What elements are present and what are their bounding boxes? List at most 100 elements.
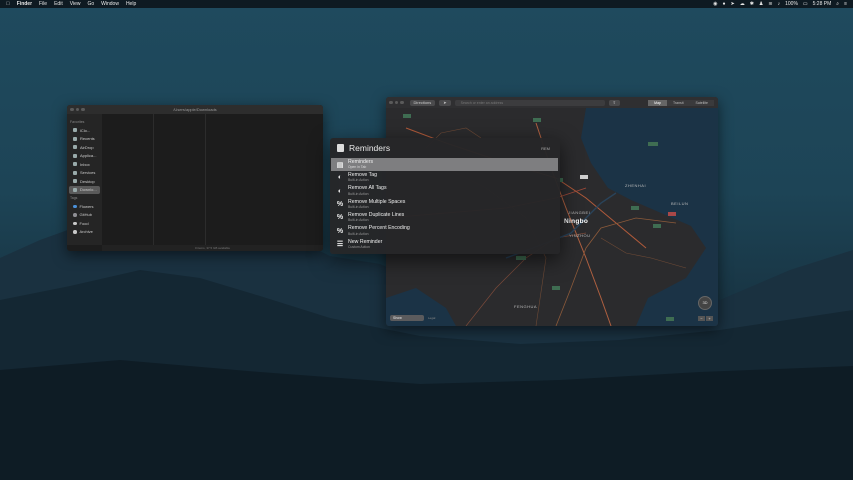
percent-icon: % <box>336 214 344 222</box>
location-icon[interactable]: ➤ <box>731 1 735 7</box>
battery-icon[interactable]: ▭ <box>803 1 808 7</box>
percent-icon: % <box>336 227 344 235</box>
sidebar-item-label: Food <box>79 220 89 226</box>
result-subtitle: Built-in Action <box>348 231 369 236</box>
status-icon-1[interactable]: ◉ <box>713 1 717 7</box>
map-label-yinzhou: YINZHOU <box>569 233 591 238</box>
sidebar-item-inbox[interactable]: Inbox <box>69 160 100 169</box>
show-dropdown[interactable]: Show <box>390 315 424 321</box>
folder-icon <box>73 162 77 167</box>
sidebar-item-label: Desktop <box>80 178 95 184</box>
launcher-query-text[interactable]: Reminders <box>349 143 390 153</box>
reminders-icon <box>337 144 344 152</box>
sidebar-item-recents[interactable]: Recents <box>69 135 100 144</box>
percent-icon: % <box>336 201 344 209</box>
battery-percent[interactable]: 100% <box>785 1 798 7</box>
mode-transit[interactable]: Transit <box>666 99 690 106</box>
result-row[interactable]: ◐ Remove All Tags Built-in Action <box>331 185 558 198</box>
zoom-in-button[interactable]: + <box>706 316 713 321</box>
sidebar-favorites-heading: Favorites <box>70 120 85 124</box>
sidebar-tag-flowers[interactable]: Flowers <box>69 202 100 211</box>
bluetooth-icon[interactable]: ✱ <box>750 1 754 7</box>
launcher-keyword-tag: REM <box>541 146 550 151</box>
sidebar-item-services[interactable]: Services <box>69 169 100 178</box>
sidebar-item-label: Inbox <box>80 161 90 167</box>
spotlight-icon[interactable]: ⌕ <box>836 1 839 7</box>
launcher-panel: Reminders REM ▤ Reminders Open in Tab ◐ R… <box>330 138 560 254</box>
sidebar-item-icloud[interactable]: iClo... <box>69 126 100 135</box>
menu-file[interactable]: File <box>39 1 47 7</box>
tag-icon: ◐ <box>337 187 343 195</box>
result-row[interactable]: ◐ Remove Tag Built-in Action <box>331 171 558 184</box>
finder-column[interactable] <box>206 114 323 245</box>
finder-column[interactable] <box>102 114 154 245</box>
clock-icon <box>73 136 77 141</box>
sidebar-tag-food[interactable]: Food <box>69 219 100 228</box>
finder-column-view[interactable] <box>102 114 323 245</box>
apple-menu-icon[interactable]:  <box>6 1 10 7</box>
menu-app-name[interactable]: Finder <box>17 1 32 7</box>
directions-button[interactable]: Directions <box>409 99 436 106</box>
download-icon <box>73 187 77 192</box>
sidebar-item-label: AirDrop <box>80 144 94 150</box>
map-label-beilun: BEILUN <box>671 201 689 206</box>
result-row[interactable]: % Remove Multiple Spaces Built-in Action <box>331 198 558 211</box>
user-icon[interactable]: ♟ <box>759 1 763 7</box>
status-icon-2[interactable]: ● <box>722 1 725 7</box>
result-subtitle: Built-in Action <box>348 218 369 223</box>
clock[interactable]: 5:28 PM <box>813 1 832 7</box>
sidebar-item-desktop[interactable]: Desktop <box>69 177 100 186</box>
tag-icon: ◐ <box>337 174 343 182</box>
menu-go[interactable]: Go <box>87 1 94 7</box>
sidebar-item-airdrop[interactable]: AirDrop <box>69 143 100 152</box>
sidebar-item-label: Recents <box>80 136 95 142</box>
result-row[interactable]: ☰ New Reminder Custom Action <box>331 238 558 251</box>
sidebar-tag-github[interactable]: GitHub <box>69 211 100 220</box>
map-label-ningbo: Ningbo <box>564 218 589 225</box>
result-subtitle: Built-in Action <box>348 178 369 183</box>
minimize-button[interactable] <box>394 100 398 105</box>
maps-toolbar: Directions ➤ Search or enter an address … <box>386 97 718 108</box>
map-label-fenghua: FENGHUA <box>514 304 538 309</box>
mode-satellite[interactable]: Satellite <box>689 99 714 106</box>
wifi-icon[interactable]: ≋ <box>768 1 772 7</box>
zoom-button[interactable] <box>400 100 404 105</box>
finder-titlebar[interactable]: /Users/apple/Downloads <box>67 105 323 114</box>
menu-help[interactable]: Help <box>126 1 136 7</box>
menu-view[interactable]: View <box>70 1 81 7</box>
share-button[interactable]: ⇪ <box>608 99 621 106</box>
menu-edit[interactable]: Edit <box>54 1 63 7</box>
tag-color-icon <box>73 230 77 234</box>
applications-icon <box>73 153 77 158</box>
close-button[interactable] <box>389 100 393 105</box>
result-row[interactable]: ▤ Reminders Open in Tab <box>331 158 558 172</box>
menu-window[interactable]: Window <box>101 1 119 7</box>
cloud-icon <box>73 128 77 133</box>
sidebar-item-label: Applica... <box>80 153 97 159</box>
launcher-query[interactable]: Reminders <box>337 142 390 154</box>
result-subtitle: Built-in Action <box>348 204 369 209</box>
result-row[interactable]: % Remove Duplicate Lines Built-in Action <box>331 211 558 224</box>
result-row[interactable]: % Remove Percent Encoding Built-in Action <box>331 224 558 237</box>
map-mode-control: Map Transit Satellite <box>648 99 714 106</box>
sidebar-item-label: Services <box>80 170 96 176</box>
cloud-icon[interactable]: ☁ <box>740 1 745 7</box>
folder-icon <box>73 170 77 175</box>
mode-map[interactable]: Map <box>648 99 667 106</box>
compass-3d-button[interactable]: 3D <box>698 296 712 310</box>
volume-icon[interactable]: ♪ <box>778 1 781 7</box>
zoom-out-button[interactable]: − <box>698 316 705 321</box>
sidebar-item-label: iClo... <box>80 127 91 133</box>
finder-column[interactable] <box>154 114 206 245</box>
list-icon: ☰ <box>336 241 344 249</box>
legal-link[interactable]: Legal <box>428 316 435 320</box>
sidebar-item-downloads[interactable]: Downlo... <box>69 185 100 194</box>
maps-search-field[interactable]: Search or enter an address <box>454 99 605 106</box>
location-button[interactable]: ➤ <box>439 99 451 106</box>
sidebar-item-label: Flowers <box>79 203 94 209</box>
finder-status-bar: 0 items, 37.5 GB available <box>102 245 323 251</box>
zoom-control: − + <box>697 316 713 321</box>
notification-center-icon[interactable]: ≡ <box>844 1 847 7</box>
sidebar-tag-archive[interactable]: Archive <box>69 228 100 237</box>
sidebar-item-applications[interactable]: Applica... <box>69 152 100 161</box>
